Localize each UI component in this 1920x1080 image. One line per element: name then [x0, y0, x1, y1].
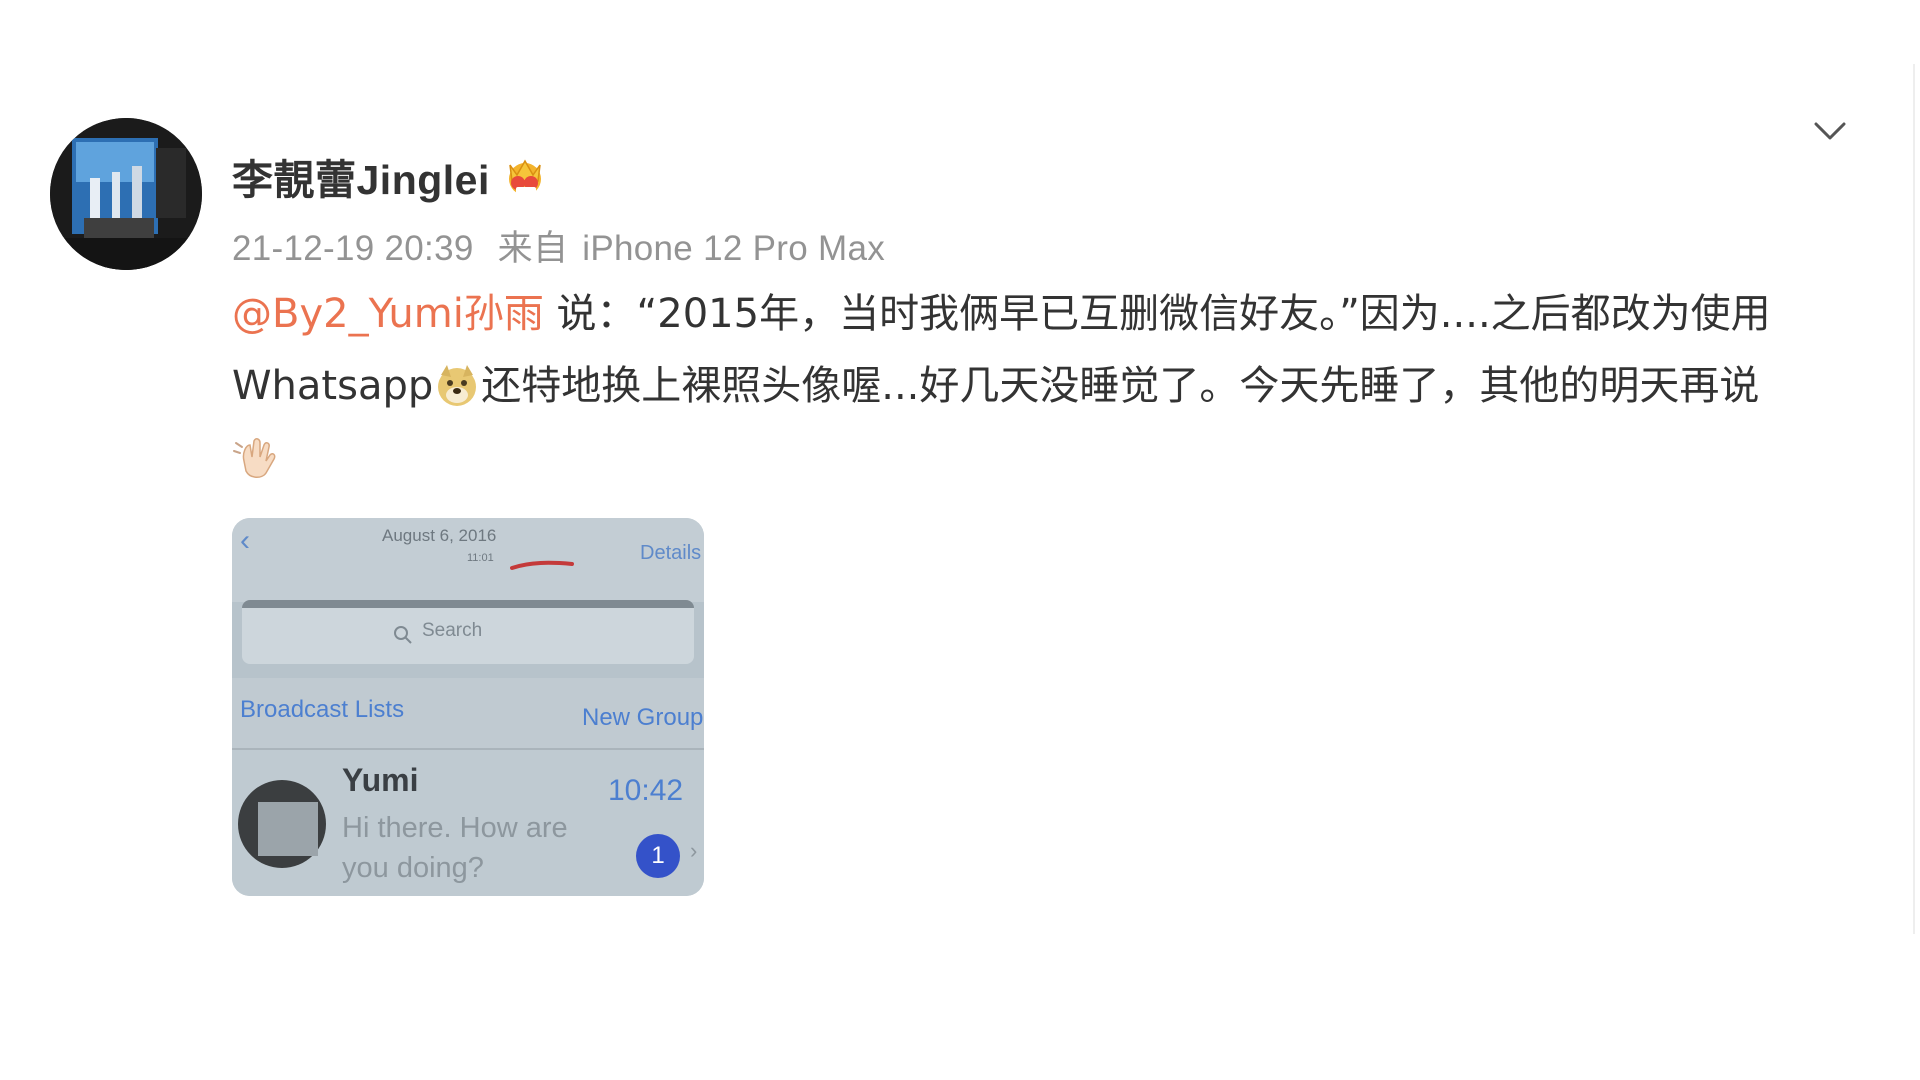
image-unread-badge: 1: [636, 834, 680, 878]
image-broadcast-label: Broadcast Lists: [240, 696, 405, 723]
image-chat-row: Yumi 10:42 Hi there. How are you doing? …: [232, 750, 704, 896]
image-search-icon: [394, 626, 412, 644]
red-annotation-mark: [510, 560, 574, 570]
attached-image[interactable]: ‹ August 6, 2016 11:01 Details Search Br…: [232, 518, 704, 896]
post-text-part2: 还特地换上裸照头像喔...好几天没睡觉了。今天先睡了，其他的明天再说: [481, 363, 1760, 409]
image-header-date: August 6, 2016: [382, 526, 497, 545]
right-divider: [1913, 64, 1915, 934]
image-chat-message: Hi there. How are you doing?: [342, 812, 568, 884]
image-back-icon: ‹: [240, 524, 250, 557]
post-timestamp[interactable]: 21-12-19 20:39: [232, 229, 474, 268]
avatar[interactable]: [50, 118, 202, 270]
image-chat-name: Yumi: [342, 762, 419, 798]
waving-hand-icon: [233, 438, 276, 478]
source-prefix: 来自: [497, 229, 569, 268]
image-details-label: Details: [640, 542, 702, 564]
image-chat-arrow-icon: ›: [690, 838, 698, 863]
image-search-label: Search: [422, 620, 483, 641]
image-search-bar: Search: [242, 600, 694, 664]
image-links-row: Broadcast Lists New Group: [232, 678, 704, 750]
image-chat-time: 10:42: [608, 774, 684, 807]
source-device: iPhone 12 Pro Max: [582, 229, 886, 268]
doge-emoji-icon: [438, 365, 477, 406]
author-name[interactable]: 李靚蕾Jinglei: [232, 146, 490, 206]
avatar-photo: [50, 118, 202, 270]
mention-link[interactable]: @By2_Yumi孙雨: [232, 291, 544, 337]
post-meta: 21-12-19 20:39 来自 iPhone 12 Pro Max: [232, 220, 899, 271]
chevron-down-icon[interactable]: [1810, 116, 1850, 146]
image-header: ‹ August 6, 2016 11:01 Details: [232, 518, 704, 602]
image-chat-avatar-mosaic: [258, 802, 318, 856]
image-new-group-label: New Group: [582, 704, 704, 731]
post-body: @By2_Yumi孙雨 说：“2015年，当时我俩早已互删微信好友。”因为...…: [232, 278, 1852, 494]
image-header-time: 11:01: [467, 552, 494, 564]
crown-badge-icon[interactable]: [502, 153, 548, 199]
